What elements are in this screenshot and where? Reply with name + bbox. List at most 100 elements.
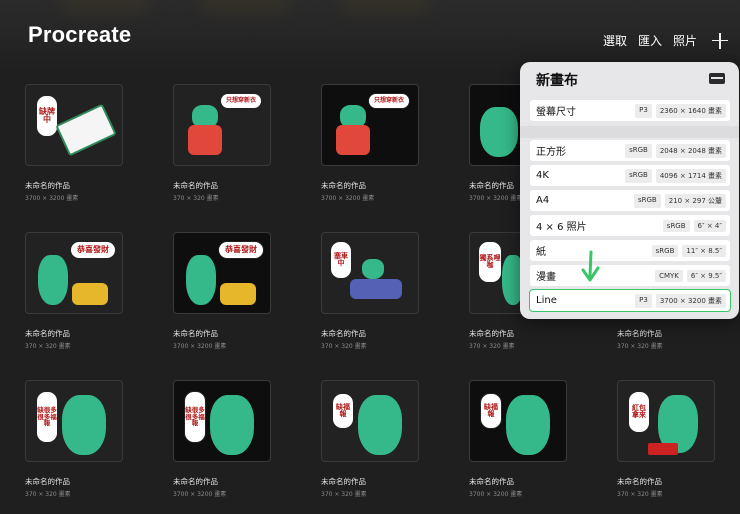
artwork-thumbnail[interactable]: 只想穿新衣 [173, 84, 271, 166]
preset-name: 正方形 [536, 147, 566, 158]
artwork-thumbnail[interactable]: 缺牌中 [25, 84, 123, 166]
preset-name: 螢幕尺寸 [536, 107, 576, 118]
artwork-item[interactable]: 缺福報 未命名的作品 3700 × 3200 畫素 [469, 380, 629, 498]
color-profile-tag: sRGB [633, 193, 661, 208]
canvas-preset-comic[interactable]: 漫畫 CMYK 6″ × 9.5″ [530, 265, 730, 286]
dragon-image [480, 107, 518, 157]
canvas-preset-paper[interactable]: 紙 sRGB 11″ × 8.5″ [530, 240, 730, 261]
artwork-size: 370 × 320 畫素 [469, 343, 515, 350]
speech-bubble: 恭喜發財 [218, 241, 264, 259]
artwork-title: 未命名的作品 [469, 477, 514, 486]
artwork-size: 370 × 320 畫素 [173, 195, 219, 202]
artwork-item[interactable]: 缺牌中 未命名的作品 3700 × 3200 畫素 [25, 84, 185, 202]
artwork-thumbnail[interactable]: 缺很多很多福報 [173, 380, 271, 462]
artwork-thumbnail[interactable]: 恭喜發財 [25, 232, 123, 314]
artwork-thumbnail[interactable]: 紅包拿來 [617, 380, 715, 462]
artwork-title: 未命名的作品 [617, 329, 662, 338]
dimensions-tag: 6″ × 9.5″ [686, 269, 726, 282]
artwork-title: 未命名的作品 [617, 477, 662, 486]
canvas-preset-square[interactable]: 正方形 sRGB 2048 × 2048 畫素 [530, 140, 730, 161]
dimensions-tag: 6″ × 4″ [693, 219, 726, 232]
artwork-item[interactable]: 缺很多很多福報 未命名的作品 370 × 320 畫素 [25, 380, 185, 498]
artwork-title: 未命名的作品 [321, 329, 366, 338]
artwork-thumbnail[interactable]: 缺福報 [469, 380, 567, 462]
artwork-thumbnail[interactable]: 塞車中 [321, 232, 419, 314]
artwork-title: 未命名的作品 [173, 181, 218, 190]
popover-header: 新畫布 [520, 62, 739, 94]
artwork-size: 3700 × 3200 畫素 [173, 343, 227, 350]
dimensions-tag: 2360 × 1640 畫素 [655, 103, 726, 118]
artwork-title: 未命名的作品 [173, 477, 218, 486]
preset-name: A4 [536, 195, 550, 206]
artwork-thumbnail[interactable]: 獨系哩咖 [469, 232, 526, 314]
dragon-image [358, 395, 402, 455]
canvas-preset-line[interactable]: Line P3 3700 × 3200 畫素 [529, 289, 731, 312]
car-image [350, 279, 402, 299]
artwork-item[interactable]: 塞車中 未命名的作品 370 × 320 畫素 [321, 232, 481, 350]
speech-bubble: 紅包拿來 [628, 391, 650, 433]
dragon-image [186, 255, 216, 305]
canvas-preset-4k[interactable]: 4K sRGB 4096 × 1714 畫素 [530, 165, 730, 186]
canvas-preset-a4[interactable]: A4 sRGB 210 × 297 公釐 [530, 190, 730, 211]
artwork-title: 未命名的作品 [25, 477, 70, 486]
speech-bubble: 缺很多很多福報 [184, 391, 206, 443]
color-profile-tag: P3 [635, 293, 652, 308]
color-profile-tag: sRGB [662, 219, 690, 232]
new-folder-icon[interactable] [709, 73, 725, 84]
color-profile-tag: sRGB [651, 244, 679, 257]
artwork-thumbnail[interactable] [469, 84, 526, 166]
red-shirt-image [188, 125, 222, 155]
artwork-size: 3700 × 3200 畫素 [469, 491, 523, 498]
speech-bubble: 塞車中 [330, 241, 352, 279]
artwork-title: 未命名的作品 [321, 181, 366, 190]
artwork-size: 370 × 320 畫素 [617, 343, 663, 350]
section-divider [520, 126, 739, 138]
artwork-title: 未命名的作品 [321, 477, 366, 486]
artwork-item[interactable]: 恭喜發財 未命名的作品 370 × 320 畫素 [25, 232, 185, 350]
artwork-thumbnail[interactable]: 恭喜發財 [173, 232, 271, 314]
artwork-size: 370 × 320 畫素 [617, 491, 663, 498]
new-canvas-popover: 新畫布 螢幕尺寸 P3 2360 × 1640 畫素 正方形 sRGB 2048… [520, 62, 739, 319]
artwork-item[interactable]: 缺很多很多福報 未命名的作品 3700 × 3200 畫素 [173, 380, 333, 498]
mahjong-tile-image [55, 103, 117, 157]
preset-name: Line [536, 295, 557, 306]
canvas-preset-screen-size[interactable]: 螢幕尺寸 P3 2360 × 1640 畫素 [530, 100, 730, 121]
artwork-title: 未命名的作品 [25, 181, 70, 190]
color-profile-tag: P3 [635, 103, 652, 118]
artwork-item[interactable]: 只想穿新衣 未命名的作品 3700 × 3200 畫素 [321, 84, 481, 202]
dimensions-tag: 4096 × 1714 畫素 [655, 168, 726, 183]
dragon-image [210, 395, 254, 455]
artwork-size: 370 × 320 畫素 [25, 343, 71, 350]
artwork-thumbnail[interactable]: 缺很多很多福報 [25, 380, 123, 462]
artwork-size: 370 × 320 畫素 [25, 491, 71, 498]
color-profile-tag: sRGB [625, 168, 652, 183]
speech-bubble: 恭喜發財 [70, 241, 116, 259]
red-envelope-image [648, 443, 678, 455]
artwork-size: 3700 × 3200 畫素 [173, 491, 227, 498]
dimensions-tag: 2048 × 2048 畫素 [655, 143, 726, 158]
preset-name: 4K [536, 170, 549, 181]
artwork-item[interactable]: 恭喜發財 未命名的作品 3700 × 3200 畫素 [173, 232, 333, 350]
dimensions-tag: 3700 × 3200 畫素 [655, 293, 726, 308]
dimensions-tag: 210 × 297 公釐 [664, 193, 726, 208]
artwork-title: 未命名的作品 [173, 329, 218, 338]
artwork-size: 3700 × 3200 畫素 [321, 195, 375, 202]
speech-bubble: 只想穿新衣 [220, 93, 262, 109]
artwork-item[interactable]: 只想穿新衣 未命名的作品 370 × 320 畫素 [173, 84, 333, 202]
dragon-image [38, 255, 68, 305]
artwork-size: 370 × 320 畫素 [321, 491, 367, 498]
dragon-image [506, 395, 550, 455]
artwork-item[interactable]: 紅包拿來 未命名的作品 370 × 320 畫素 [617, 380, 740, 498]
speech-bubble: 只想穿新衣 [368, 93, 410, 109]
red-shirt-image [336, 125, 370, 155]
speech-bubble: 缺很多很多福報 [36, 391, 58, 443]
artwork-thumbnail[interactable]: 缺福報 [321, 380, 419, 462]
canvas-preset-4x6-photo[interactable]: 4 × 6 照片 sRGB 6″ × 4″ [530, 215, 730, 236]
artwork-item[interactable]: 缺福報 未命名的作品 370 × 320 畫素 [321, 380, 481, 498]
artwork-size: 3700 × 3200 畫素 [25, 195, 79, 202]
color-profile-tag: CMYK [655, 269, 683, 282]
dragon-head-image [362, 259, 384, 279]
artwork-thumbnail[interactable]: 只想穿新衣 [321, 84, 419, 166]
dimensions-tag: 11″ × 8.5″ [682, 244, 726, 257]
gold-ingot-image [72, 283, 108, 305]
